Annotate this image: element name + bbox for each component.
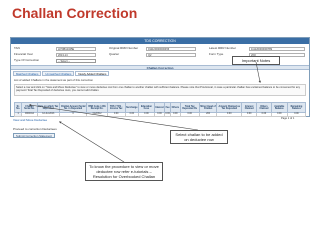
column-header: Total Tax Deposited Rs xyxy=(179,102,200,113)
orig-rrr-label: Original RRR Number xyxy=(109,46,139,50)
quarter-value: Q2 xyxy=(146,52,196,57)
type-of-correction-select[interactable]: -- Select -- xyxy=(56,58,96,63)
table-cell: 0.00 xyxy=(106,112,126,117)
column-header: Interest Claimed xyxy=(241,102,258,113)
table-cell: 200 xyxy=(198,112,218,117)
column-header: Challan Amount Serial No. in Deposited xyxy=(58,102,88,113)
column-header: Amount Claimed as Tax Deposited xyxy=(216,102,243,113)
table-cell: 0 xyxy=(58,112,88,117)
table-row[interactable]: 1 0000014 12-Jul-2013 0 0120512 0.00 0.00 0.00 0… xyxy=(13,112,307,117)
type-of-correction-label: Type Of Correction xyxy=(14,58,40,62)
column-header: Remaining Balance xyxy=(286,102,307,113)
table-cell: 0000014 xyxy=(21,112,38,117)
table-cell: 0.00 xyxy=(153,112,166,117)
column-header: Others xyxy=(170,102,181,113)
column-header: Education Cess xyxy=(138,102,155,113)
column-header: Interest xyxy=(153,102,166,113)
column-header: Sr. No. xyxy=(13,102,23,113)
latest-rrr-value: 111120000000789 xyxy=(249,46,305,51)
challan-correction-header: Challan Correction xyxy=(11,65,309,70)
table-cell: 0.00 xyxy=(286,112,307,117)
latest-rrr-label: Latest RRR Number xyxy=(209,46,237,50)
panel-header: TDS CORRECTION xyxy=(11,38,309,44)
list-caption: List of added Challans in the statement … xyxy=(14,78,93,82)
fy-label: Financial Year xyxy=(14,52,33,56)
info-box: Select a row and click on "View and Move… xyxy=(14,84,306,96)
column-header: TDS / TCS - Income Tax xyxy=(106,102,126,113)
tan-label: TAN xyxy=(14,46,20,50)
table-cell: 1 xyxy=(13,112,23,117)
tan-value: HYDB12345E xyxy=(56,46,96,51)
callout-arrows xyxy=(28,61,261,163)
page-title: Challan Correction xyxy=(12,5,138,21)
column-header: BSR Code / 24G Receipt No. xyxy=(86,102,108,113)
submit-correction-button[interactable]: Submit Correction Statement xyxy=(13,133,55,138)
proceed-link[interactable]: Proceed to correction Deductees xyxy=(13,127,57,131)
info-text: Select a row and click on "View and Move… xyxy=(16,85,301,92)
table-cell: 0.00 xyxy=(138,112,155,117)
form-row-tan: TAN HYDB12345E Original RRR Number 01112… xyxy=(11,46,309,51)
procedure-callout: To know the procedure to view or move de… xyxy=(85,162,163,181)
orig-rrr-value: 011120000000456 xyxy=(146,46,196,51)
table-cell: 0.00 xyxy=(256,112,272,117)
tab-unmatched-challans[interactable]: Unmatched Challans xyxy=(42,71,75,76)
table-cell: 0.00 xyxy=(270,112,288,117)
column-header: Date on which Tax Deposited xyxy=(36,102,60,113)
column-header: Available Balance xyxy=(270,102,288,113)
important-notes-callout: Important Notes xyxy=(232,56,280,65)
table-cell: 0120512 xyxy=(86,112,108,117)
table-cell: 12-Jul-2013 xyxy=(36,112,60,117)
pager: Page 1 of 1 xyxy=(281,117,295,120)
column-header: Others Claimed xyxy=(256,102,272,113)
tab-matched-challans[interactable]: Matched Challans xyxy=(13,71,42,76)
table-cell: 0.00 xyxy=(179,112,200,117)
table-cell: 0.00 xyxy=(124,112,140,117)
quarter-label: Quarter xyxy=(109,52,120,56)
column-header: Challan Serial No. xyxy=(21,102,38,113)
view-move-deductee-link[interactable]: View and Move Deductee xyxy=(13,118,47,122)
arrow-procedure xyxy=(58,121,125,163)
column-header: Minor Head of Challan xyxy=(198,102,218,113)
form-type-label: Form Type xyxy=(209,52,224,56)
challan-tabs: Matched Challans Unmatched Challans Newl… xyxy=(13,71,110,76)
tab-newly-added-challans[interactable]: Newly Added Challans xyxy=(75,71,110,76)
correction-panel: TDS CORRECTION TAN HYDB12345E Original R… xyxy=(10,37,310,120)
table-cell: 0.00 xyxy=(241,112,258,117)
challan-table: Sr. No. Challan Serial No. Date on which T… xyxy=(13,102,307,117)
select-challan-callout: Select challan to be added on deductee r… xyxy=(170,130,228,144)
table-cell: 0.00 xyxy=(170,112,181,117)
table-header-row: Sr. No. Challan Serial No. Date on which T… xyxy=(13,102,307,113)
fy-value: 2013-14 xyxy=(56,52,96,57)
table-cell: 0.00 xyxy=(216,112,243,117)
column-header: Surcharge xyxy=(124,102,140,113)
